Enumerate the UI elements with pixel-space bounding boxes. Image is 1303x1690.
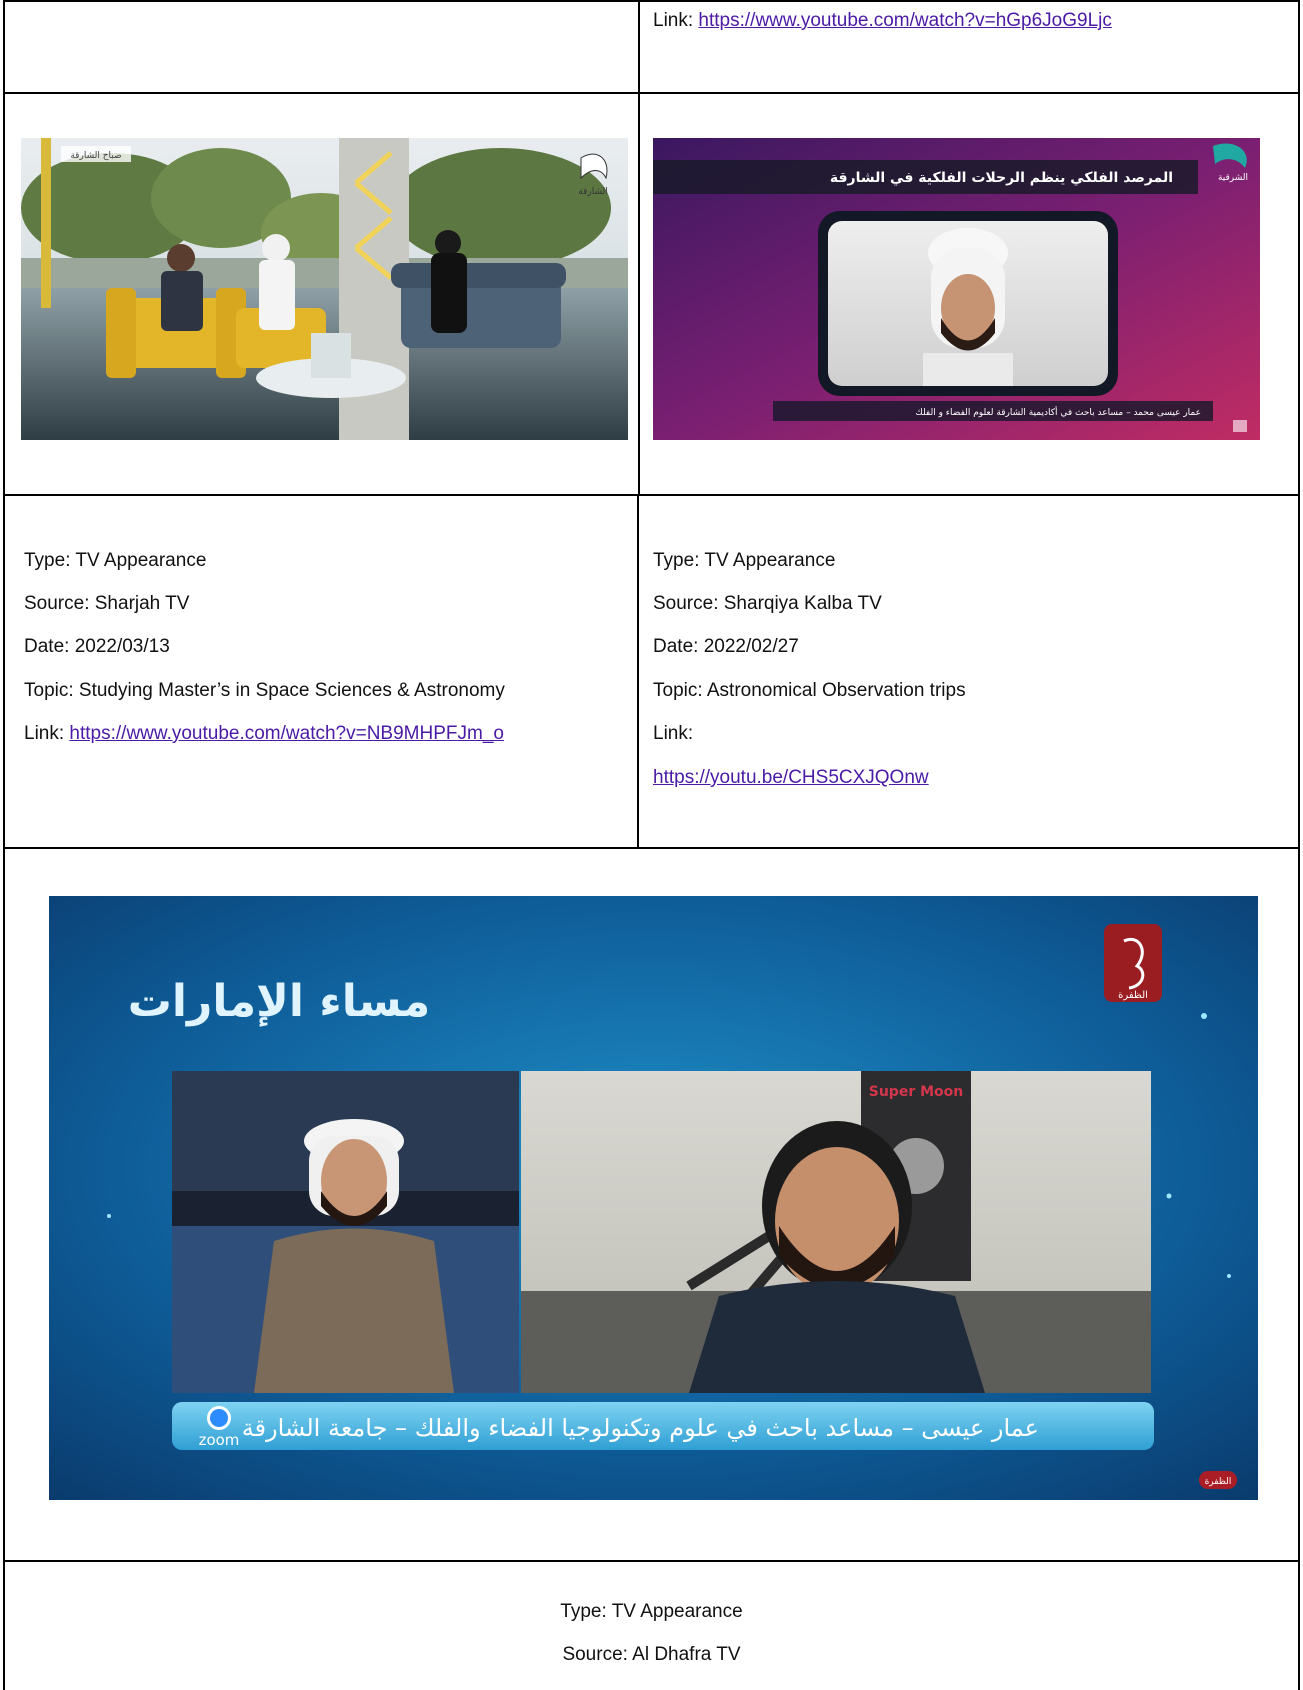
table-border-row3 xyxy=(3,847,1300,849)
top-link-line: Link: https://www.youtube.com/watch?v=hG… xyxy=(653,9,1112,33)
sharqiya-kalba-image: المرصد الفلكي ينظم الرحلات الفلكية في ال… xyxy=(653,138,1260,440)
left-date: Date: 2022/03/13 xyxy=(24,636,170,657)
poster-text: Super Moon xyxy=(869,1084,963,1100)
sharqiya-banner-text: المرصد الفلكي ينظم الرحلات الفلكية في ال… xyxy=(830,170,1173,186)
corner-badge-text: الظفرة xyxy=(1205,1477,1232,1487)
left-link-label: Link: xyxy=(24,723,70,744)
zoom-label-text: zoom xyxy=(199,1431,240,1449)
left-source: Source: Sharjah TV xyxy=(24,593,190,614)
table-border-row1 xyxy=(3,92,1300,94)
dhafra-logo-text: الظفرة xyxy=(1118,990,1148,1001)
left-topic: Topic: Studying Master’s in Space Scienc… xyxy=(24,680,505,701)
right-link-label: Link: xyxy=(653,723,694,744)
table-border-row2 xyxy=(3,494,1300,496)
bottom-type: Type: TV Appearance xyxy=(560,1601,743,1622)
ticker-text: عمار عيسى – مساعد باحث في علوم وتكنولوجي… xyxy=(242,1414,1039,1442)
right-topic: Topic: Astronomical Observation trips xyxy=(653,680,966,701)
sharqiya-caption-text: عمار عيسى محمد – مساعد باحث في أكاديمية … xyxy=(915,406,1201,418)
table-divider-middle xyxy=(637,494,639,847)
show-logo-text: مساء الإمارات xyxy=(128,976,431,1027)
studio-tag-text: صباح الشارقة xyxy=(70,151,121,161)
table-border-right xyxy=(1298,0,1300,1690)
bottom-source: Source: Al Dhafra TV xyxy=(562,1644,741,1665)
table-border-top xyxy=(3,0,1300,2)
top-link-label: Link: xyxy=(653,10,699,31)
sharjah-logo-text: الشارقة xyxy=(578,187,608,197)
sharjah-tv-studio-image: الشارقة صباح الشارقة xyxy=(21,138,628,440)
left-link[interactable]: https://www.youtube.com/watch?v=NB9MHPFJ… xyxy=(69,723,504,744)
document-page: Link: https://www.youtube.com/watch?v=hG… xyxy=(0,0,1303,1690)
table-border-left xyxy=(3,0,5,1690)
right-type: Type: TV Appearance xyxy=(653,550,836,571)
right-source: Source: Sharqiya Kalba TV xyxy=(653,593,882,614)
right-link[interactable]: https://youtu.be/CHS5CXJQOnw xyxy=(653,766,929,790)
top-link[interactable]: https://www.youtube.com/watch?v=hGp6JoG9… xyxy=(698,10,1111,31)
left-link-line: Link: https://www.youtube.com/watch?v=NB… xyxy=(24,722,504,746)
table-divider-upper xyxy=(638,0,640,494)
sharqiya-logo-text: الشرقية xyxy=(1218,173,1248,183)
left-type: Type: TV Appearance xyxy=(24,550,207,571)
table-border-row4 xyxy=(3,1560,1300,1562)
al-dhafra-tv-image: الظفرة مساء الإمارات Super Moon عمار عيس… xyxy=(49,896,1258,1500)
right-date: Date: 2022/02/27 xyxy=(653,636,799,657)
